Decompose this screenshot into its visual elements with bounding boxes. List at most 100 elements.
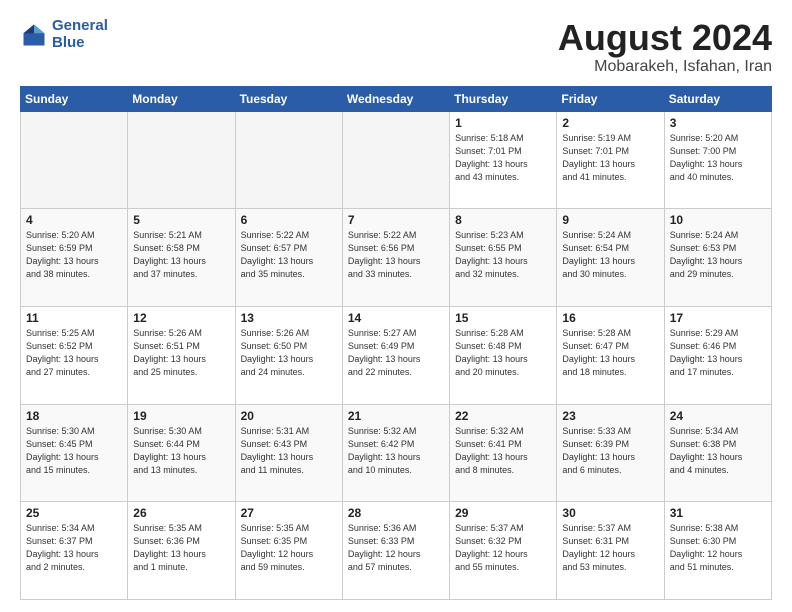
weekday-header: Tuesday <box>235 86 342 111</box>
day-info: Sunrise: 5:19 AM Sunset: 7:01 PM Dayligh… <box>562 132 658 184</box>
calendar-cell: 28 Sunrise: 5:36 AM Sunset: 6:33 PM Dayli… <box>342 502 449 600</box>
calendar-cell: 14 Sunrise: 5:27 AM Sunset: 6:49 PM Dayli… <box>342 306 449 404</box>
day-number: 14 <box>348 311 444 325</box>
day-info: Sunrise: 5:29 AM Sunset: 6:46 PM Dayligh… <box>670 327 766 379</box>
calendar-cell: 7 Sunrise: 5:22 AM Sunset: 6:56 PM Daylig… <box>342 209 449 307</box>
day-number: 27 <box>241 506 337 520</box>
calendar-cell: 18 Sunrise: 5:30 AM Sunset: 6:45 PM Dayli… <box>21 404 128 502</box>
calendar-cell: 11Sunrise: 5:25 AM Sunset: 6:52 PM Dayli… <box>21 306 128 404</box>
day-info: Sunrise: 5:37 AM Sunset: 6:32 PM Dayligh… <box>455 522 551 574</box>
calendar-week-row: 1 Sunrise: 5:18 AM Sunset: 7:01 PM Daylig… <box>21 111 772 209</box>
day-info: Sunrise: 5:33 AM Sunset: 6:39 PM Dayligh… <box>562 425 658 477</box>
calendar-cell: 2 Sunrise: 5:19 AM Sunset: 7:01 PM Daylig… <box>557 111 664 209</box>
day-info: Sunrise: 5:31 AM Sunset: 6:43 PM Dayligh… <box>241 425 337 477</box>
day-number: 18 <box>26 409 122 423</box>
calendar-week-row: 11Sunrise: 5:25 AM Sunset: 6:52 PM Dayli… <box>21 306 772 404</box>
day-info: Sunrise: 5:20 AM Sunset: 7:00 PM Dayligh… <box>670 132 766 184</box>
calendar-cell: 9Sunrise: 5:24 AM Sunset: 6:54 PM Daylig… <box>557 209 664 307</box>
calendar-cell: 31 Sunrise: 5:38 AM Sunset: 6:30 PM Dayli… <box>664 502 771 600</box>
calendar-cell: 23Sunrise: 5:33 AM Sunset: 6:39 PM Dayli… <box>557 404 664 502</box>
day-info: Sunrise: 5:30 AM Sunset: 6:44 PM Dayligh… <box>133 425 229 477</box>
day-info: Sunrise: 5:37 AM Sunset: 6:31 PM Dayligh… <box>562 522 658 574</box>
calendar-cell: 16Sunrise: 5:28 AM Sunset: 6:47 PM Dayli… <box>557 306 664 404</box>
day-info: Sunrise: 5:27 AM Sunset: 6:49 PM Dayligh… <box>348 327 444 379</box>
logo-text: General Blue <box>52 18 108 51</box>
day-number: 7 <box>348 213 444 227</box>
day-number: 2 <box>562 116 658 130</box>
calendar-week-row: 4 Sunrise: 5:20 AM Sunset: 6:59 PM Daylig… <box>21 209 772 307</box>
calendar-table: SundayMondayTuesdayWednesdayThursdayFrid… <box>20 86 772 600</box>
logo-icon <box>20 21 48 49</box>
day-number: 25 <box>26 506 122 520</box>
day-number: 4 <box>26 213 122 227</box>
day-number: 3 <box>670 116 766 130</box>
day-number: 12 <box>133 311 229 325</box>
weekday-header: Thursday <box>450 86 557 111</box>
calendar-cell: 19 Sunrise: 5:30 AM Sunset: 6:44 PM Dayli… <box>128 404 235 502</box>
day-number: 5 <box>133 213 229 227</box>
calendar-cell: 22 Sunrise: 5:32 AM Sunset: 6:41 PM Dayli… <box>450 404 557 502</box>
day-info: Sunrise: 5:35 AM Sunset: 6:35 PM Dayligh… <box>241 522 337 574</box>
calendar-cell: 17 Sunrise: 5:29 AM Sunset: 6:46 PM Dayli… <box>664 306 771 404</box>
day-number: 11 <box>26 311 122 325</box>
calendar-cell <box>128 111 235 209</box>
day-info: Sunrise: 5:32 AM Sunset: 6:41 PM Dayligh… <box>455 425 551 477</box>
weekday-header: Monday <box>128 86 235 111</box>
day-number: 19 <box>133 409 229 423</box>
day-number: 10 <box>670 213 766 227</box>
day-number: 17 <box>670 311 766 325</box>
calendar-cell: 12Sunrise: 5:26 AM Sunset: 6:51 PM Dayli… <box>128 306 235 404</box>
calendar-cell: 15 Sunrise: 5:28 AM Sunset: 6:48 PM Dayli… <box>450 306 557 404</box>
day-number: 30 <box>562 506 658 520</box>
day-info: Sunrise: 5:34 AM Sunset: 6:37 PM Dayligh… <box>26 522 122 574</box>
calendar-cell: 5 Sunrise: 5:21 AM Sunset: 6:58 PM Daylig… <box>128 209 235 307</box>
calendar-header-row: SundayMondayTuesdayWednesdayThursdayFrid… <box>21 86 772 111</box>
day-number: 15 <box>455 311 551 325</box>
calendar-cell: 8Sunrise: 5:23 AM Sunset: 6:55 PM Daylig… <box>450 209 557 307</box>
day-info: Sunrise: 5:20 AM Sunset: 6:59 PM Dayligh… <box>26 229 122 281</box>
calendar-cell: 24 Sunrise: 5:34 AM Sunset: 6:38 PM Dayli… <box>664 404 771 502</box>
calendar-cell: 25 Sunrise: 5:34 AM Sunset: 6:37 PM Dayli… <box>21 502 128 600</box>
weekday-header: Wednesday <box>342 86 449 111</box>
weekday-header: Friday <box>557 86 664 111</box>
day-number: 21 <box>348 409 444 423</box>
page: General Blue August 2024 Mobarakeh, Isfa… <box>0 0 792 612</box>
day-number: 13 <box>241 311 337 325</box>
day-info: Sunrise: 5:30 AM Sunset: 6:45 PM Dayligh… <box>26 425 122 477</box>
calendar-cell <box>235 111 342 209</box>
title-block: August 2024 Mobarakeh, Isfahan, Iran <box>558 18 772 76</box>
calendar-cell: 29Sunrise: 5:37 AM Sunset: 6:32 PM Dayli… <box>450 502 557 600</box>
day-number: 20 <box>241 409 337 423</box>
day-info: Sunrise: 5:22 AM Sunset: 6:57 PM Dayligh… <box>241 229 337 281</box>
calendar-cell: 6 Sunrise: 5:22 AM Sunset: 6:57 PM Daylig… <box>235 209 342 307</box>
calendar-cell: 20 Sunrise: 5:31 AM Sunset: 6:43 PM Dayli… <box>235 404 342 502</box>
day-info: Sunrise: 5:18 AM Sunset: 7:01 PM Dayligh… <box>455 132 551 184</box>
day-number: 22 <box>455 409 551 423</box>
weekday-header: Sunday <box>21 86 128 111</box>
logo: General Blue <box>20 18 108 51</box>
day-info: Sunrise: 5:21 AM Sunset: 6:58 PM Dayligh… <box>133 229 229 281</box>
calendar-cell <box>21 111 128 209</box>
day-info: Sunrise: 5:23 AM Sunset: 6:55 PM Dayligh… <box>455 229 551 281</box>
calendar-cell: 26Sunrise: 5:35 AM Sunset: 6:36 PM Dayli… <box>128 502 235 600</box>
day-number: 1 <box>455 116 551 130</box>
calendar-cell: 10 Sunrise: 5:24 AM Sunset: 6:53 PM Dayli… <box>664 209 771 307</box>
day-info: Sunrise: 5:28 AM Sunset: 6:48 PM Dayligh… <box>455 327 551 379</box>
calendar-cell <box>342 111 449 209</box>
day-info: Sunrise: 5:32 AM Sunset: 6:42 PM Dayligh… <box>348 425 444 477</box>
day-number: 28 <box>348 506 444 520</box>
day-info: Sunrise: 5:36 AM Sunset: 6:33 PM Dayligh… <box>348 522 444 574</box>
main-title: August 2024 <box>558 18 772 58</box>
day-number: 24 <box>670 409 766 423</box>
day-info: Sunrise: 5:34 AM Sunset: 6:38 PM Dayligh… <box>670 425 766 477</box>
day-info: Sunrise: 5:38 AM Sunset: 6:30 PM Dayligh… <box>670 522 766 574</box>
day-number: 31 <box>670 506 766 520</box>
day-info: Sunrise: 5:22 AM Sunset: 6:56 PM Dayligh… <box>348 229 444 281</box>
day-number: 6 <box>241 213 337 227</box>
weekday-header: Saturday <box>664 86 771 111</box>
calendar-cell: 30 Sunrise: 5:37 AM Sunset: 6:31 PM Dayli… <box>557 502 664 600</box>
day-number: 26 <box>133 506 229 520</box>
day-number: 16 <box>562 311 658 325</box>
calendar-cell: 4 Sunrise: 5:20 AM Sunset: 6:59 PM Daylig… <box>21 209 128 307</box>
day-info: Sunrise: 5:24 AM Sunset: 6:53 PM Dayligh… <box>670 229 766 281</box>
